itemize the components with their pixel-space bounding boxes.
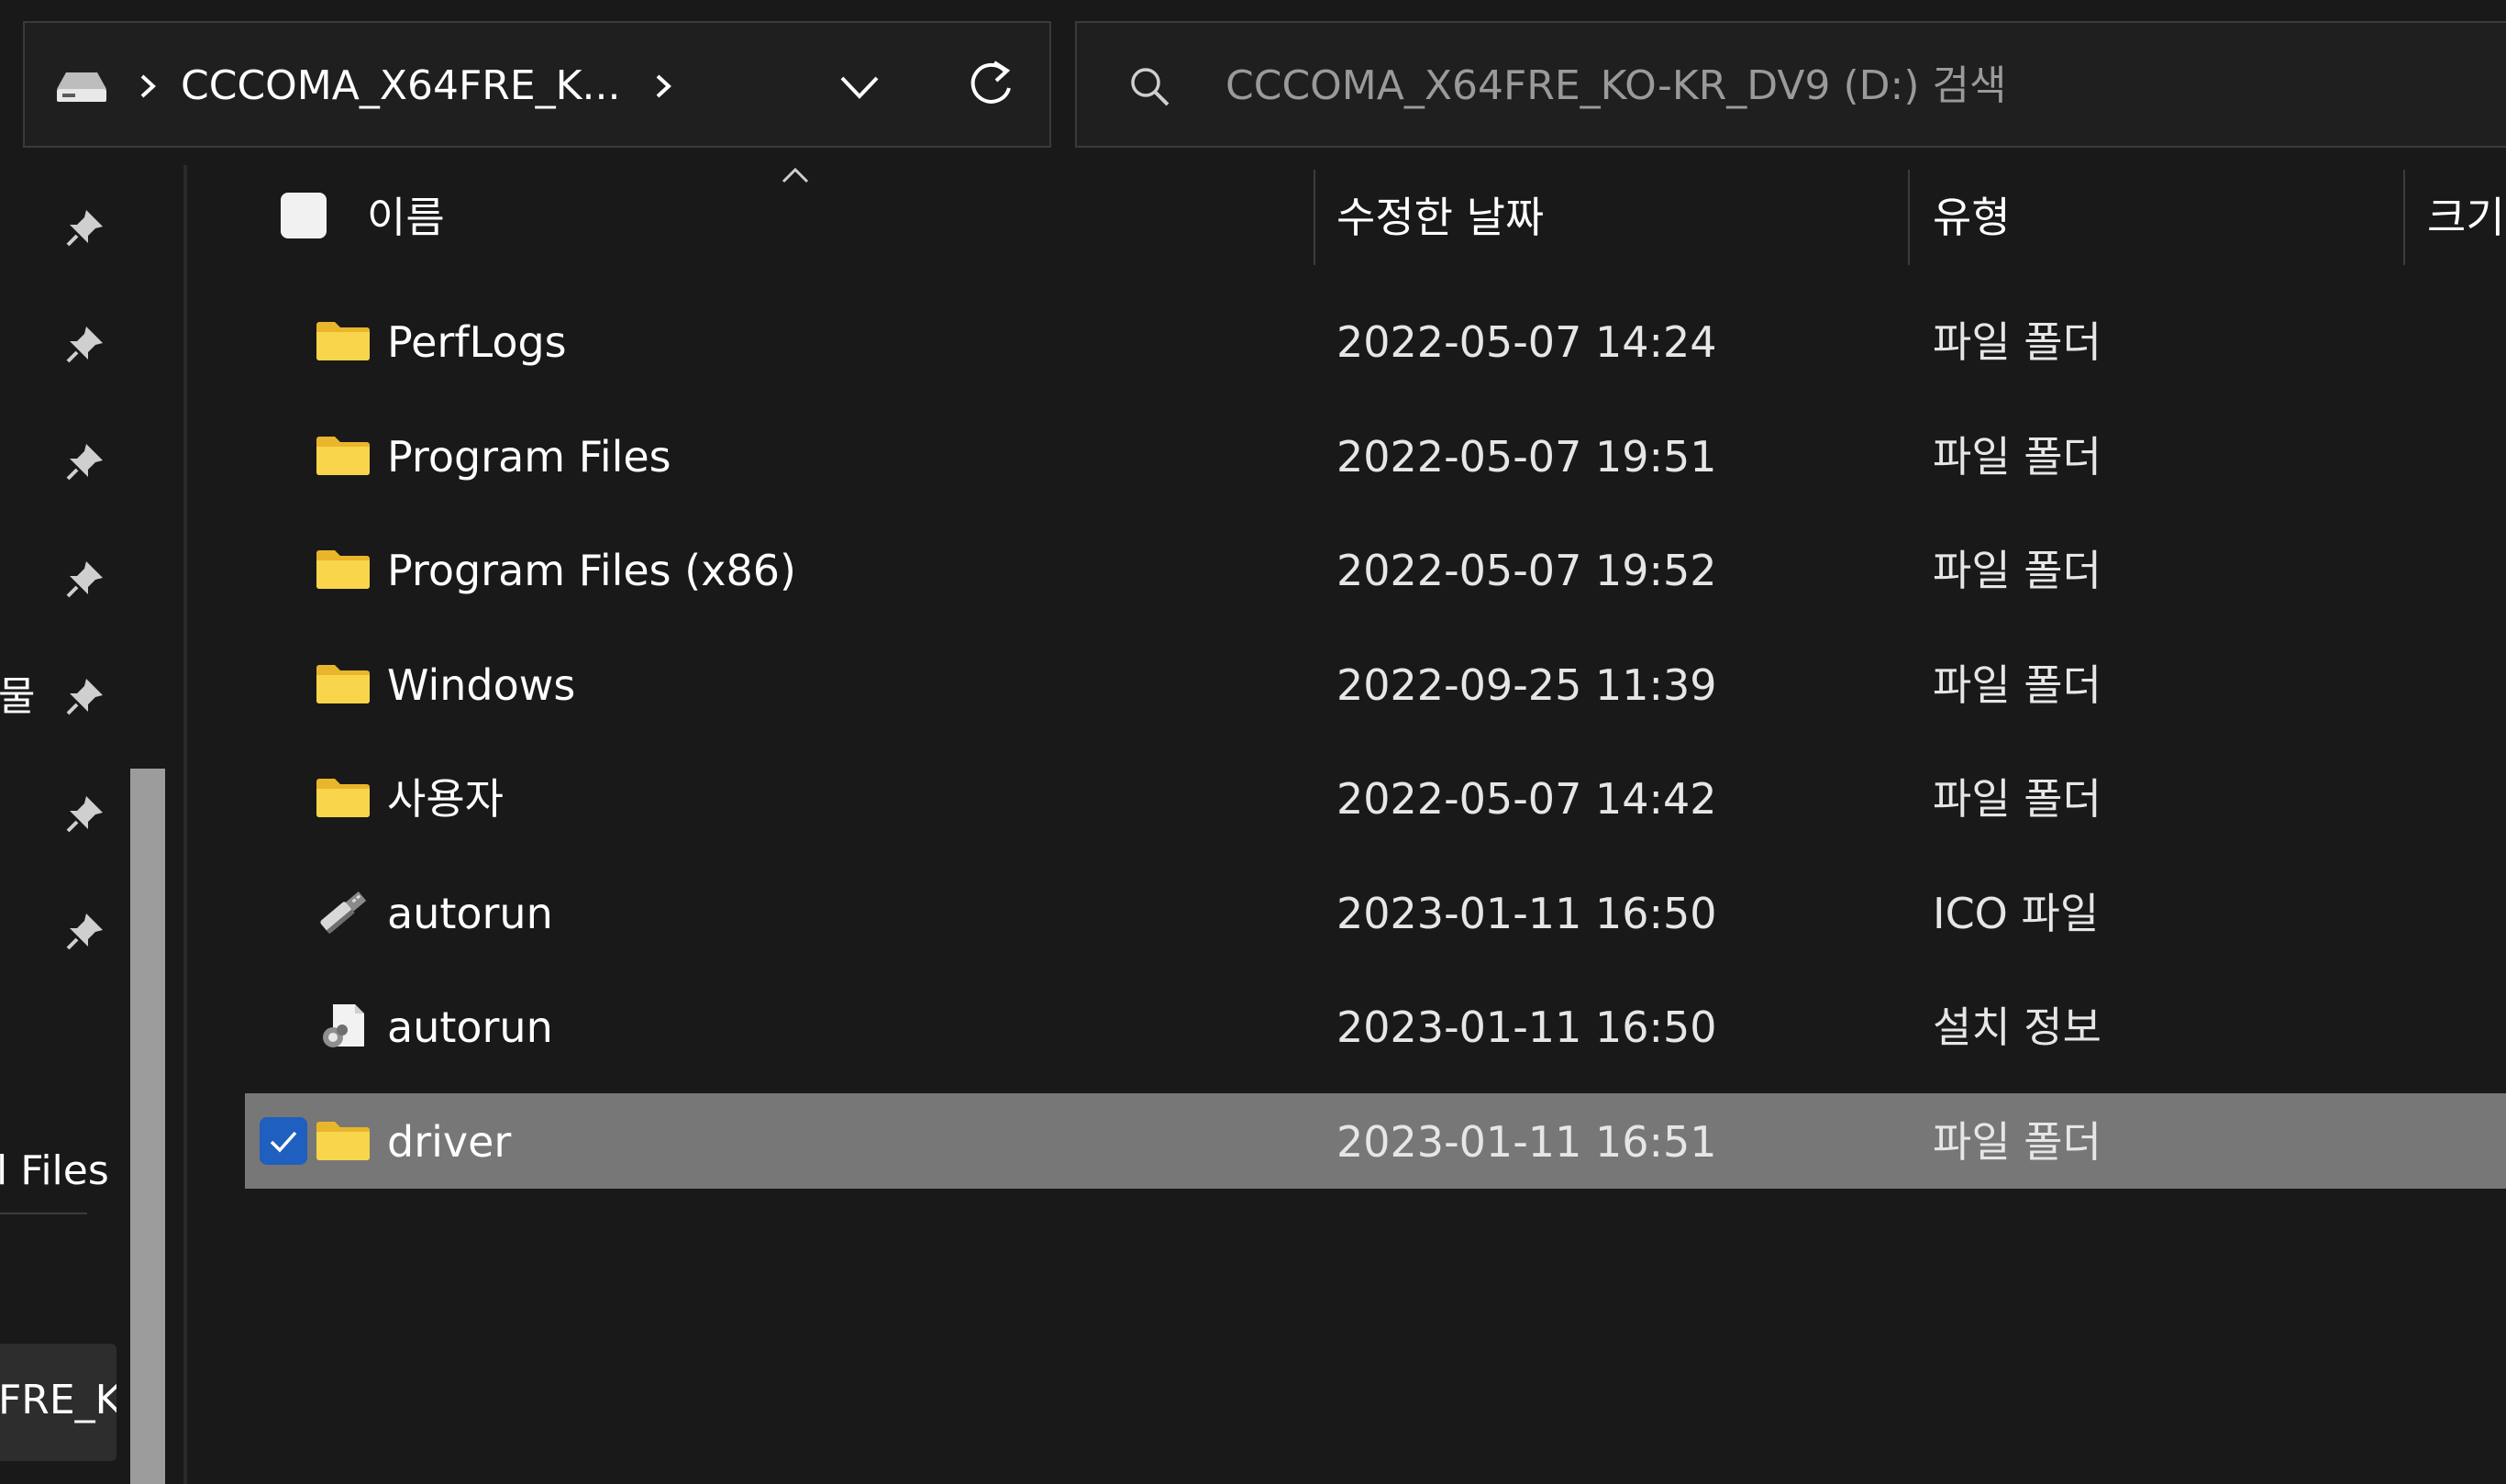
navigation-pane: 물 l Files — [0, 165, 183, 1484]
pin-icon[interactable] — [62, 558, 106, 602]
pin-icon[interactable] — [62, 910, 106, 954]
file-modified-date: 2023-01-11 16:50 — [1336, 889, 1717, 938]
file-name[interactable]: Program Files — [387, 428, 671, 485]
file-modified-date: 2022-05-07 14:42 — [1336, 774, 1717, 824]
pin-icon[interactable] — [62, 206, 106, 250]
column-header-size[interactable]: 크기 — [2427, 189, 2505, 246]
address-bar[interactable]: CCCOMA_X64FRE_K... — [23, 21, 1051, 148]
search-box[interactable]: CCCOMA_X64FRE_KO-KR_DV9 (D:) 검색 — [1075, 21, 2506, 148]
pin-icon[interactable] — [62, 440, 106, 484]
file-modified-date: 2023-01-11 16:50 — [1336, 1002, 1717, 1052]
table-row[interactable]: PerfLogs 2022-05-07 14:24 파일 폴더 — [245, 293, 2506, 389]
file-type: 설치 정보 — [1933, 1002, 2101, 1052]
folder-icon — [315, 546, 371, 592]
nav-item-program-files[interactable]: l Files — [0, 1146, 109, 1197]
file-name[interactable]: driver — [387, 1113, 511, 1170]
file-type: 파일 폴더 — [1933, 774, 2101, 824]
file-name[interactable]: autorun — [387, 885, 553, 942]
sort-ascending-icon — [782, 167, 809, 183]
folder-icon — [315, 1117, 371, 1163]
breadcrumb-separator-icon[interactable] — [135, 65, 161, 107]
select-all-checkbox[interactable] — [281, 193, 327, 238]
table-row[interactable]: autorun 2023-01-11 16:50 ICO 파일 — [245, 865, 2506, 960]
breadcrumb-chevron-icon[interactable] — [650, 65, 676, 107]
file-type: 파일 폴더 — [1933, 546, 2101, 595]
setup-info-file-icon — [315, 1002, 371, 1048]
column-divider[interactable] — [1314, 170, 1315, 265]
folder-icon — [315, 317, 371, 363]
column-header-name[interactable]: 이름 — [367, 189, 445, 246]
column-divider[interactable] — [2403, 170, 2405, 265]
nav-divider — [0, 1213, 87, 1214]
nav-item-drive[interactable]: FRE_K( — [0, 1344, 116, 1461]
drive-icon — [57, 72, 106, 102]
chevron-down-icon[interactable] — [837, 69, 882, 105]
column-header-type[interactable]: 유형 — [1933, 189, 2011, 246]
file-type: 파일 폴더 — [1933, 660, 2101, 710]
pin-icon[interactable] — [62, 792, 106, 836]
nav-scrollbar[interactable] — [130, 769, 165, 1484]
table-row[interactable]: driver 2023-01-11 16:51 파일 폴더 — [245, 1093, 2506, 1189]
file-modified-date: 2023-01-11 16:51 — [1336, 1117, 1717, 1167]
table-row[interactable]: 사용자 2022-05-07 14:42 파일 폴더 — [245, 750, 2506, 846]
file-name[interactable]: Program Files (x86) — [387, 542, 796, 599]
pin-icon[interactable] — [62, 675, 106, 719]
pane-splitter[interactable] — [183, 165, 187, 1484]
refresh-icon[interactable] — [965, 57, 1016, 112]
file-name[interactable]: autorun — [387, 999, 553, 1056]
search-placeholder[interactable]: CCCOMA_X64FRE_KO-KR_DV9 (D:) 검색 — [1225, 58, 2006, 115]
row-checkbox[interactable] — [260, 1117, 307, 1165]
table-row[interactable]: Windows 2022-09-25 11:39 파일 폴더 — [245, 637, 2506, 732]
folder-icon — [315, 774, 371, 820]
nav-item-drive-label: FRE_K( — [0, 1377, 116, 1423]
table-row[interactable]: Program Files 2022-05-07 19:51 파일 폴더 — [245, 408, 2506, 504]
breadcrumb-drive[interactable]: CCCOMA_X64FRE_K... — [181, 58, 621, 115]
column-header-modified[interactable]: 수정한 날짜 — [1336, 189, 1544, 246]
file-type: 파일 폴더 — [1933, 1117, 2101, 1167]
file-modified-date: 2022-05-07 19:52 — [1336, 546, 1717, 595]
file-modified-date: 2022-09-25 11:39 — [1336, 660, 1717, 710]
column-divider[interactable] — [1908, 170, 1910, 265]
folder-icon — [315, 660, 371, 706]
file-type: ICO 파일 — [1933, 889, 2100, 938]
search-icon — [1131, 68, 1170, 106]
table-row[interactable]: autorun 2023-01-11 16:50 설치 정보 — [245, 979, 2506, 1074]
file-name[interactable]: 사용자 — [387, 770, 504, 827]
file-type: 파일 폴더 — [1933, 317, 2101, 367]
file-modified-date: 2022-05-07 19:51 — [1336, 432, 1717, 482]
file-type: 파일 폴더 — [1933, 432, 2101, 482]
usb-drive-icon — [315, 889, 371, 935]
file-name[interactable]: Windows — [387, 657, 575, 714]
table-row[interactable]: Program Files (x86) 2022-05-07 19:52 파일 폴더 — [245, 522, 2506, 617]
pin-icon[interactable] — [62, 323, 106, 367]
file-modified-date: 2022-05-07 14:24 — [1336, 317, 1717, 367]
file-name[interactable]: PerfLogs — [387, 314, 567, 371]
nav-item-label[interactable]: 물 — [0, 671, 35, 723]
folder-icon — [315, 432, 371, 478]
